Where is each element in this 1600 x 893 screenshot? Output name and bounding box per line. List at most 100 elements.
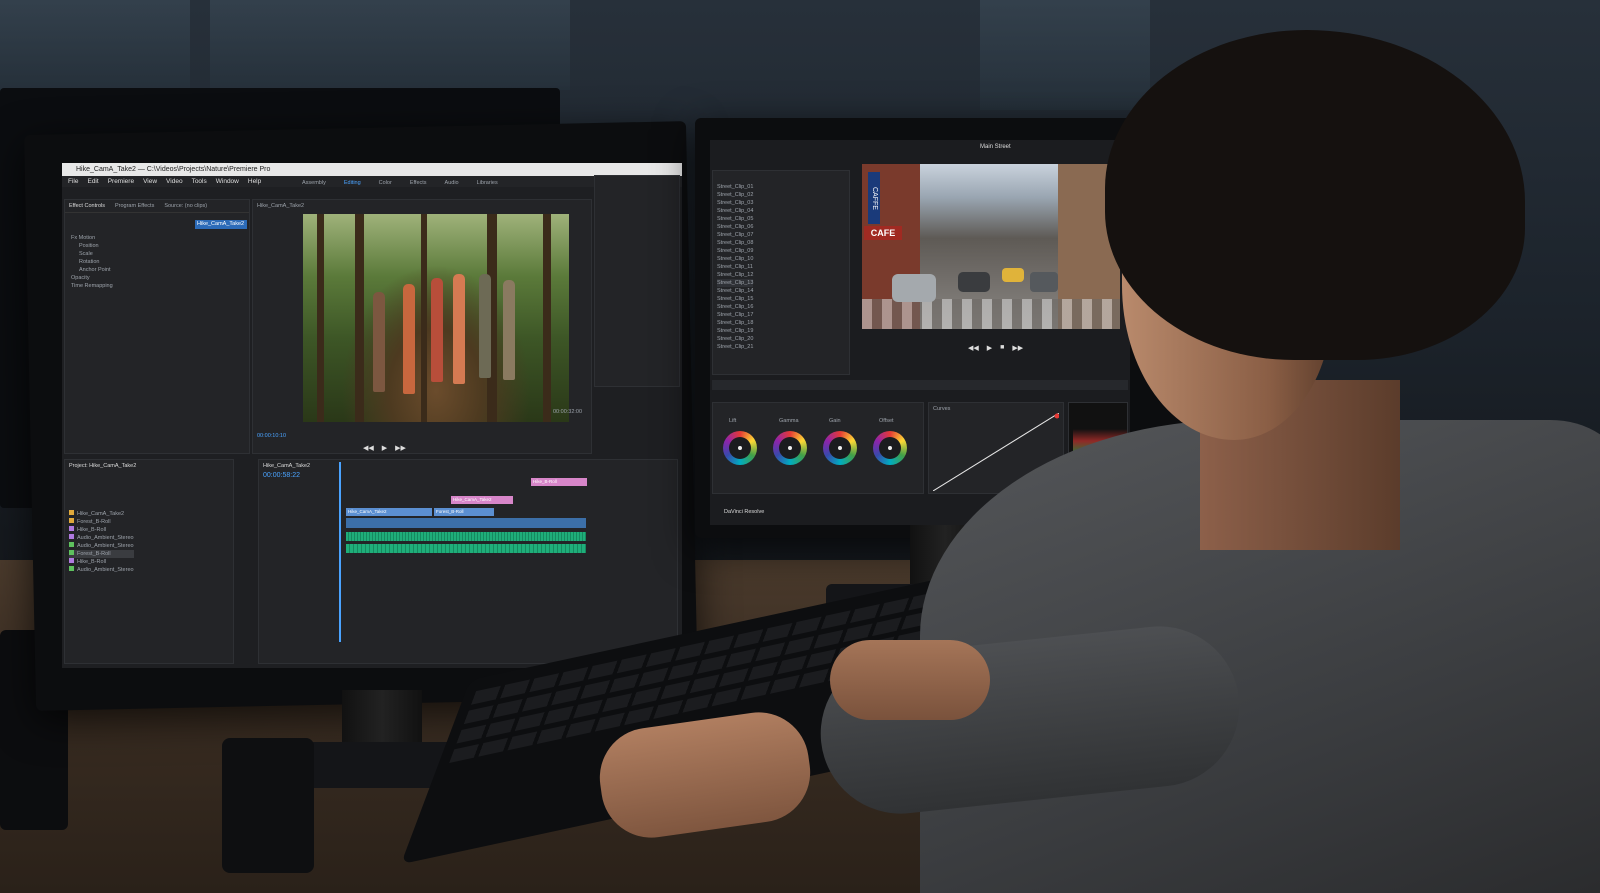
wheel-handle[interactable] xyxy=(838,446,842,450)
bin-label: Hike_CamA_Take2 xyxy=(77,511,125,517)
video-track[interactable] xyxy=(346,518,586,528)
playhead[interactable] xyxy=(339,462,341,642)
list-item[interactable]: Street_Clip_17 xyxy=(717,311,753,319)
list-item[interactable]: Street_Clip_18 xyxy=(717,319,753,327)
editor-app: Hike_CamA_Take2 — C:\Videos\Projects\Nat… xyxy=(62,163,682,668)
list-item[interactable]: Street_Clip_07 xyxy=(717,231,753,239)
video-frame-forest xyxy=(303,214,569,422)
list-item[interactable]: Hike_CamA_Take2 xyxy=(69,510,134,518)
effect-list: Fx Motion Position Scale Rotation Anchor… xyxy=(71,234,113,290)
list-item[interactable]: Street_Clip_02 xyxy=(717,191,753,199)
list-item[interactable]: Audio_Ambient_Stereo xyxy=(69,534,134,542)
bin-label: Audio_Ambient_Stereo xyxy=(77,543,134,549)
menu-premiere[interactable]: Premiere xyxy=(108,176,134,187)
timeline-clip[interactable]: Forest_B-Roll xyxy=(434,508,494,516)
list-item[interactable]: Hike_B-Roll xyxy=(69,526,134,534)
step-forward-icon[interactable]: ▶▶ xyxy=(395,444,406,452)
list-item[interactable]: Street_Clip_12 xyxy=(717,271,753,279)
wheel-handle[interactable] xyxy=(888,446,892,450)
list-item[interactable]: Street_Clip_11 xyxy=(717,263,753,271)
menu-edit[interactable]: Edit xyxy=(87,176,98,187)
timecode-current: 00:00:10:10 xyxy=(257,433,287,439)
list-item[interactable]: Street_Clip_08 xyxy=(717,239,753,247)
window-pane xyxy=(980,0,1150,110)
hiker xyxy=(431,278,443,382)
fast-forward-icon[interactable]: ▶▶ xyxy=(1012,344,1023,352)
project-panel: Project: Hike_CamA_Take2 Hike_CamA_Take2… xyxy=(64,459,234,664)
gamma-wheel[interactable] xyxy=(773,431,807,465)
tab-effect-controls[interactable]: Effect Controls xyxy=(69,202,105,210)
effect-time-remap[interactable]: Time Remapping xyxy=(71,282,113,290)
car xyxy=(1030,272,1058,292)
tab-libraries[interactable]: Libraries xyxy=(477,179,498,187)
lift-wheel[interactable] xyxy=(723,431,757,465)
step-back-icon[interactable]: ◀◀ xyxy=(363,444,374,452)
timeline-title[interactable]: Hike_CamA_Take2 xyxy=(259,460,677,472)
timeline-clip[interactable]: Hike_CamA_Take2 xyxy=(346,508,432,516)
tab-assembly[interactable]: Assembly xyxy=(302,179,326,187)
tab-audio[interactable]: Audio xyxy=(445,179,459,187)
tree xyxy=(355,214,364,422)
clip-icon xyxy=(69,534,74,539)
stop-icon[interactable]: ■ xyxy=(1000,344,1004,352)
gain-wheel[interactable] xyxy=(823,431,857,465)
rewind-icon[interactable]: ◀◀ xyxy=(968,344,979,352)
list-item[interactable]: Street_Clip_21 xyxy=(717,343,753,351)
list-item[interactable]: Street_Clip_19 xyxy=(717,327,753,335)
tab-program-effects[interactable]: Program Effects xyxy=(115,202,154,210)
menu-help[interactable]: Help xyxy=(248,176,261,187)
hiker xyxy=(479,274,491,378)
list-item[interactable]: Street_Clip_09 xyxy=(717,247,753,255)
list-item[interactable]: Street_Clip_20 xyxy=(717,335,753,343)
effect-position[interactable]: Position xyxy=(71,242,113,250)
list-item[interactable]: Street_Clip_16 xyxy=(717,303,753,311)
tab-source[interactable]: Source: (no clips) xyxy=(164,202,207,210)
tree xyxy=(317,214,324,422)
timeline-clip[interactable]: Hike_CamA_Take2 xyxy=(451,496,513,504)
menu-window[interactable]: Window xyxy=(216,176,239,187)
tab-effects[interactable]: Effects xyxy=(410,179,427,187)
tab-editing[interactable]: Editing xyxy=(344,179,361,187)
source-clip-label[interactable]: Hike_CamA_Take2 xyxy=(195,220,247,229)
car xyxy=(958,272,990,292)
list-item[interactable]: Street_Clip_01 xyxy=(717,183,753,191)
play-icon[interactable]: ▶ xyxy=(382,444,387,452)
list-item[interactable]: Hike_B-Roll xyxy=(69,558,134,566)
window-pane xyxy=(210,0,570,90)
mini-timeline[interactable] xyxy=(712,380,1128,390)
list-item[interactable]: Street_Clip_05 xyxy=(717,215,753,223)
menu-file[interactable]: File xyxy=(68,176,78,187)
audio-waveform[interactable] xyxy=(346,544,586,553)
effect-scale[interactable]: Scale xyxy=(71,250,113,258)
program-tab[interactable]: Hike_CamA_Take2 xyxy=(253,200,591,212)
effect-rotation[interactable]: Rotation xyxy=(71,258,113,266)
list-item[interactable]: Street_Clip_06 xyxy=(717,223,753,231)
list-item[interactable]: Street_Clip_13 xyxy=(717,279,754,287)
effect-motion[interactable]: Fx Motion xyxy=(71,234,113,242)
wheel-handle[interactable] xyxy=(788,446,792,450)
list-item[interactable]: Forest_B-Roll xyxy=(69,550,134,558)
offset-wheel[interactable] xyxy=(873,431,907,465)
list-item[interactable]: Street_Clip_03 xyxy=(717,199,753,207)
play-icon[interactable]: ▶ xyxy=(987,344,992,352)
project-title: Main Street xyxy=(980,144,1011,150)
list-item[interactable]: Street_Clip_10 xyxy=(717,255,753,263)
clip-icon xyxy=(69,550,74,555)
tab-color[interactable]: Color xyxy=(379,179,392,187)
hiker xyxy=(503,280,515,380)
curve-point[interactable] xyxy=(1054,413,1060,419)
list-item[interactable]: Forest_B-Roll xyxy=(69,518,134,526)
list-item[interactable]: Audio_Ambient_Stereo xyxy=(69,542,134,550)
menu-tools[interactable]: Tools xyxy=(192,176,207,187)
list-item[interactable]: Street_Clip_04 xyxy=(717,207,753,215)
menu-view[interactable]: View xyxy=(143,176,157,187)
wheel-handle[interactable] xyxy=(738,446,742,450)
menu-video[interactable]: Video xyxy=(166,176,183,187)
effect-opacity[interactable]: Opacity xyxy=(71,274,113,282)
effect-anchor[interactable]: Anchor Point xyxy=(71,266,113,274)
timeline-clip[interactable]: Hike_B-Roll xyxy=(531,478,587,486)
audio-waveform[interactable] xyxy=(346,532,586,541)
list-item[interactable]: Street_Clip_14 xyxy=(717,287,753,295)
list-item[interactable]: Audio_Ambient_Stereo xyxy=(69,566,134,574)
list-item[interactable]: Street_Clip_15 xyxy=(717,295,753,303)
